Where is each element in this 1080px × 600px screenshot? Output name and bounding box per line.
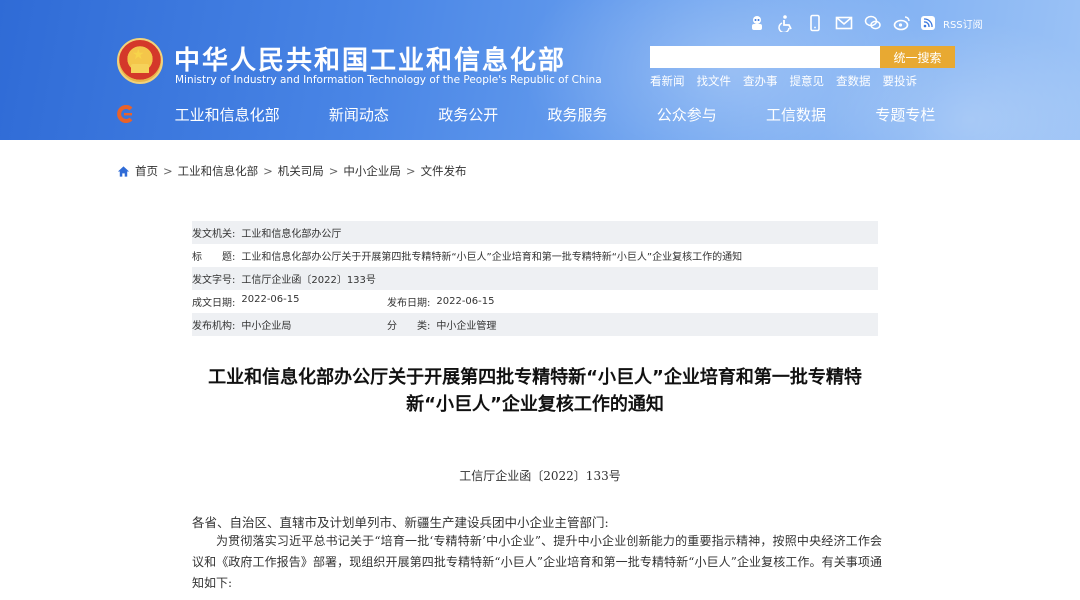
search-button[interactable]: 统一搜索 [880, 46, 955, 68]
quick-link-files[interactable]: 找文件 [697, 73, 732, 89]
breadcrumb-departments[interactable]: 机关司局 [278, 163, 324, 179]
rss-label: RSS订阅 [943, 16, 983, 31]
meta-row-doc-number: 发文字号: 工信厅企业函〔2022〕133号 [192, 267, 878, 290]
star-icon: ★ [132, 48, 145, 62]
breadcrumb-separator: > [263, 164, 273, 178]
nav-item-news[interactable]: 新闻动态 [304, 100, 413, 130]
robot-icon[interactable] [746, 12, 768, 34]
meta-value: 工业和信息化部办公厅关于开展第四批专精特新“小巨人”企业培育和第一批专精特新“小… [241, 248, 742, 263]
quick-link-data[interactable]: 查数据 [836, 73, 871, 89]
breadcrumb-home[interactable]: 首页 [135, 163, 158, 179]
breadcrumb-separator: > [329, 164, 339, 178]
breadcrumb-separator: > [406, 164, 416, 178]
mobile-icon[interactable] [804, 12, 826, 34]
meta-value: 工业和信息化部办公厅 [241, 225, 341, 240]
breadcrumb-file-release[interactable]: 文件发布 [421, 163, 467, 179]
breadcrumb-sme-bureau[interactable]: 中小企业局 [343, 163, 401, 179]
rss-icon [920, 14, 940, 32]
meta-label: 标 题: [192, 248, 235, 263]
quick-links: 看新闻 找文件 查办事 提意见 查数据 要投诉 [650, 73, 929, 89]
meta-row-issuer: 发文机关: 工业和信息化部办公厅 [192, 221, 878, 244]
document-number: 工信厅企业函〔2022〕133号 [0, 467, 1080, 484]
quick-link-news[interactable]: 看新闻 [650, 73, 685, 89]
mail-icon[interactable] [833, 12, 855, 34]
breadcrumb-separator: > [163, 164, 173, 178]
meta-label: 成文日期: [192, 294, 235, 309]
nav-item-disclosure[interactable]: 政务公开 [414, 100, 523, 130]
meta-row-dates: 成文日期: 2022-06-15 发布日期: 2022-06-15 [192, 290, 878, 313]
breadcrumb: 首页 > 工业和信息化部 > 机关司局 > 中小企业局 > 文件发布 [117, 163, 467, 179]
search-input[interactable] [650, 46, 880, 68]
home-icon [117, 165, 130, 178]
meta-value: 中小企业管理 [436, 317, 496, 332]
ministry-logo-icon[interactable] [116, 104, 136, 124]
quick-link-complaint[interactable]: 要投诉 [883, 73, 918, 89]
document-meta-table: 发文机关: 工业和信息化部办公厅 标 题: 工业和信息化部办公厅关于开展第四批专… [192, 221, 878, 336]
quick-link-services[interactable]: 查办事 [743, 73, 778, 89]
breadcrumb-miit[interactable]: 工业和信息化部 [178, 163, 259, 179]
accessibility-icon[interactable] [775, 12, 797, 34]
meta-value: 2022-06-15 [241, 294, 299, 309]
nav-item-miit[interactable]: 工业和信息化部 [150, 100, 304, 130]
site-subtitle: Ministry of Industry and Information Tec… [175, 74, 602, 86]
meta-value: 2022-06-15 [436, 296, 494, 307]
meta-value: 工信厅企业函〔2022〕133号 [241, 271, 376, 286]
article-paragraph: 为贯彻落实习近平总书记关于“培育一批‘专精特新’中小企业”、提升中小企业创新能力… [192, 531, 882, 594]
meta-label: 发文机关: [192, 225, 235, 240]
quick-link-feedback[interactable]: 提意见 [790, 73, 825, 89]
nav-item-topics[interactable]: 专题专栏 [851, 100, 960, 130]
meta-label: 分 类: [387, 317, 430, 332]
nav-item-services[interactable]: 政务服务 [523, 100, 632, 130]
site-title[interactable]: 中华人民共和国工业和信息化部 [174, 40, 566, 77]
article-title: 工业和信息化部办公厅关于开展第四批专精特新“小巨人”企业培育和第一批专精特新“小… [190, 364, 880, 418]
nav-item-data[interactable]: 工信数据 [741, 100, 850, 130]
meta-row-org: 发布机构: 中小企业局 分 类: 中小企业管理 [192, 313, 878, 336]
meta-label: 发布日期: [387, 294, 430, 309]
main-nav: 工业和信息化部 新闻动态 政务公开 政务服务 公众参与 工信数据 专题专栏 [150, 100, 960, 130]
meta-label: 发文字号: [192, 271, 235, 286]
meta-value: 中小企业局 [241, 317, 291, 332]
article-salutation: 各省、自治区、直辖市及计划单列市、新疆生产建设兵团中小企业主管部门: [192, 512, 609, 531]
meta-label: 发布机构: [192, 317, 235, 332]
site-header: ★ 中华人民共和国工业和信息化部 Ministry of Industry an… [0, 0, 1080, 140]
gate-icon [131, 64, 149, 73]
utility-bar: RSS订阅 [746, 12, 983, 34]
weibo-icon[interactable] [891, 12, 913, 34]
rss-subscribe-link[interactable]: RSS订阅 [920, 14, 983, 32]
national-emblem-logo[interactable]: ★ [117, 38, 163, 84]
nav-item-participation[interactable]: 公众参与 [632, 100, 741, 130]
wechat-icon[interactable] [862, 12, 884, 34]
meta-row-title: 标 题: 工业和信息化部办公厅关于开展第四批专精特新“小巨人”企业培育和第一批专… [192, 244, 878, 267]
